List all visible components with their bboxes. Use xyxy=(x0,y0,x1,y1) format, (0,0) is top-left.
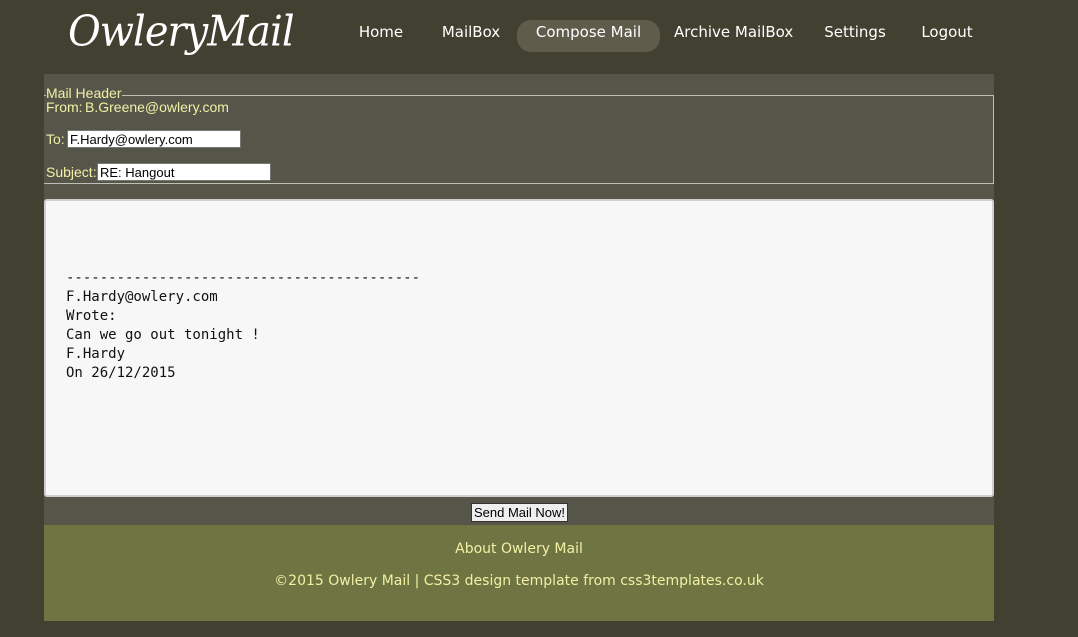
nav-item-settings[interactable]: Settings xyxy=(823,20,887,52)
message-body-textarea[interactable]: ----------------------------------------… xyxy=(44,199,994,497)
compose-panel: Mail Header From: B.Greene@owlery.com To… xyxy=(44,74,994,525)
to-label: To: xyxy=(46,131,65,147)
from-label: From: xyxy=(46,99,83,115)
subject-label: Subject: xyxy=(46,164,97,180)
nav-item-logout[interactable]: Logout xyxy=(919,20,975,52)
send-mail-button[interactable]: Send Mail Now! xyxy=(471,503,568,522)
nav-item-home[interactable]: Home xyxy=(355,20,407,52)
main-nav: Home MailBox Compose Mail Archive MailBo… xyxy=(0,20,1078,52)
footer-copyright: ©2015 Owlery Mail | CSS3 design template… xyxy=(274,573,764,589)
footer: About Owlery Mail ©2015 Owlery Mail | CS… xyxy=(44,525,994,621)
from-value: B.Greene@owlery.com xyxy=(85,99,229,115)
nav-item-archive-mailbox[interactable]: Archive MailBox xyxy=(674,20,793,52)
about-owlery-mail-link[interactable]: About Owlery Mail xyxy=(44,541,994,557)
nav-item-compose-mail[interactable]: Compose Mail xyxy=(517,20,660,52)
nav-item-mailbox[interactable]: MailBox xyxy=(440,20,502,52)
to-input[interactable] xyxy=(67,130,241,148)
subject-input[interactable] xyxy=(97,163,271,181)
